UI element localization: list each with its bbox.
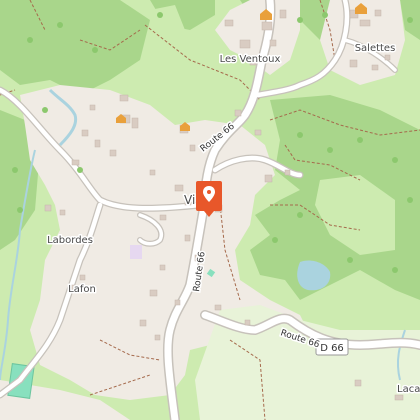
pink-plot xyxy=(130,245,142,259)
place-label-labordes: Labordes xyxy=(47,235,93,246)
map-view[interactable]: D 66 Route 66 Route 66 Route 66 Les Vent… xyxy=(0,0,420,420)
map-canvas[interactable]: D 66 Route 66 Route 66 Route 66 Les Vent… xyxy=(0,0,420,420)
place-label-lafon: Lafon xyxy=(68,284,96,295)
place-label-vi: Vi xyxy=(184,193,195,207)
road-shield-d66: D 66 xyxy=(315,338,349,356)
place-label-laca: Laca xyxy=(397,384,420,395)
place-label-les-ventoux: Les Ventoux xyxy=(220,54,281,65)
place-label-salettes: Salettes xyxy=(355,43,396,54)
d66-shield-label: D 66 xyxy=(320,343,344,354)
